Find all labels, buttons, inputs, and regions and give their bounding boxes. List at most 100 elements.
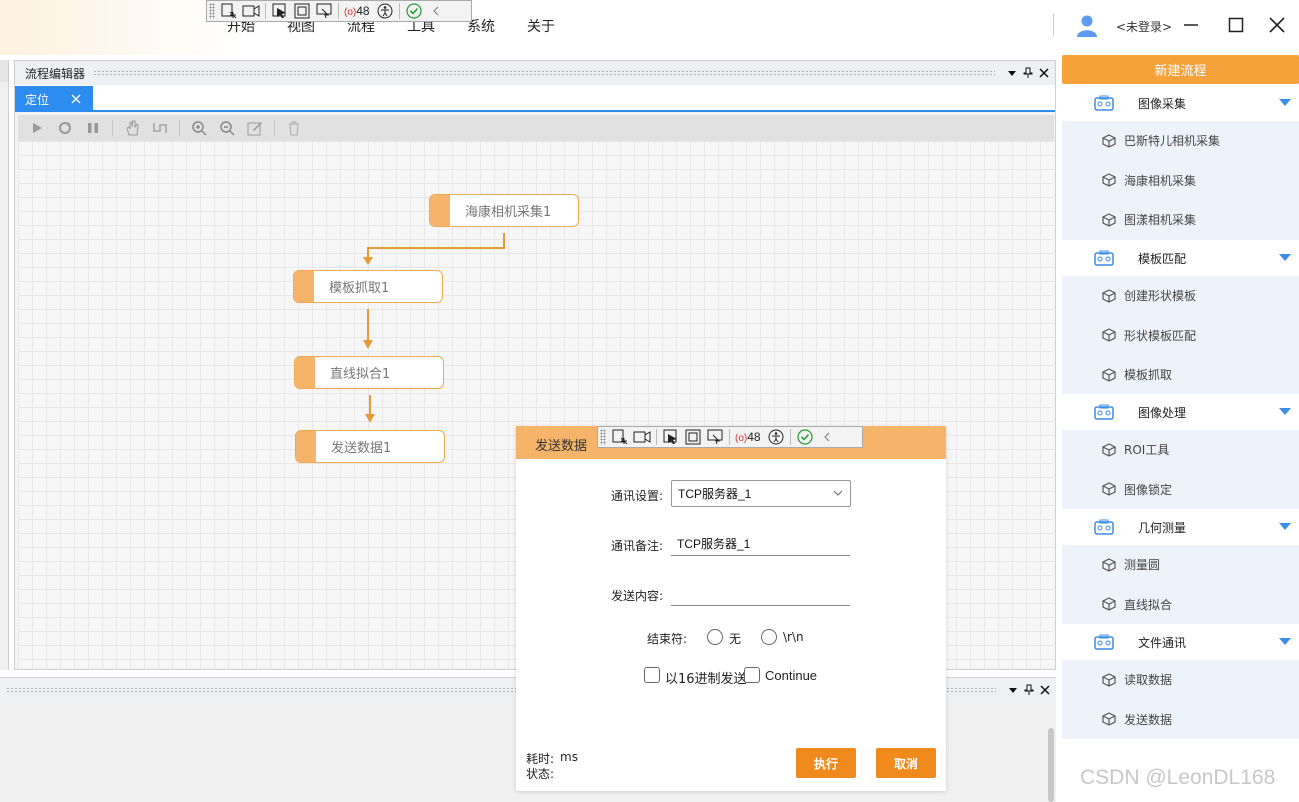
flow-node-send-data[interactable]: 发送数据1 [295,430,445,463]
minimize-icon[interactable] [1178,12,1204,38]
bottom-close-icon[interactable] [1040,685,1050,695]
user-login-label[interactable]: <未登录> [1116,18,1172,35]
tool-item[interactable]: 模板抓取 [1062,355,1299,395]
comm-note-input[interactable]: TCP服务器_1 [671,532,850,556]
accessibility-icon[interactable] [374,2,396,20]
tool-item[interactable]: 测量圆 [1062,545,1299,585]
select-element-icon[interactable] [609,428,631,446]
camera-icon[interactable] [240,2,262,20]
toolbox-panel: 新建流程 图像采集 巴斯特儿相机采集 海康相机采集 图漾相机采集 模板匹配 创建… [1062,55,1299,802]
select-element-icon[interactable] [218,2,240,20]
editor-toolbar [18,115,1054,141]
new-flow-button[interactable]: 新建流程 [1062,55,1299,84]
expand-triangle-icon[interactable] [1279,99,1291,106]
expand-triangle-icon[interactable] [1279,254,1291,261]
cube-icon [1102,597,1116,611]
pause-icon[interactable] [80,117,106,139]
execute-button[interactable]: 执行 [796,748,856,778]
terminator-none-radio[interactable] [707,629,723,645]
zoom-out-icon[interactable] [214,117,240,139]
inspect-icon[interactable] [313,2,335,20]
collapse-chevron-icon[interactable] [425,2,447,20]
continue-checkbox[interactable] [744,667,760,683]
tool-item[interactable]: 形状模板匹配 [1062,315,1299,355]
comm-setting-label: 通讯设置: [611,489,664,503]
tool-item[interactable]: 海康相机采集 [1062,160,1299,200]
hand-icon[interactable] [119,117,145,139]
expand-triangle-icon[interactable] [1279,638,1291,645]
flow-node-hik-camera[interactable]: 海康相机采集1 [429,194,579,227]
close-icon[interactable] [1264,12,1290,38]
collapse-chevron-icon[interactable] [816,428,838,446]
bottom-pin-icon[interactable] [1024,684,1034,696]
terminator-label: 结束符: [647,632,688,646]
loop-icon[interactable] [52,117,78,139]
left-dock-strip [0,60,9,670]
tool-item[interactable]: 读取数据 [1062,660,1299,700]
binding-count[interactable]: (o)48 [735,430,761,444]
pointer-select-icon[interactable] [269,2,291,20]
toolbox-category-icon [1094,519,1114,535]
continue-label: Continue [765,668,818,683]
terminator-crlf-radio[interactable] [761,629,777,645]
flow-node-template-grab[interactable]: 模板抓取1 [293,270,443,303]
toolbox-category-icon [1094,95,1114,111]
connect-line-icon[interactable] [147,117,173,139]
time-value: ms [560,750,578,764]
send-content-label: 发送内容: [611,589,664,603]
accessibility-icon[interactable] [765,428,787,446]
grip-handle-icon[interactable] [209,3,215,19]
expand-triangle-icon[interactable] [1279,408,1291,415]
terminator-crlf-label: \r\n [783,630,804,644]
edit-icon[interactable] [242,117,268,139]
grip-handle-icon[interactable] [600,429,606,445]
tab-label: 定位 [25,92,50,107]
category-file-comm[interactable]: 文件通讯 [1062,624,1299,660]
cancel-button[interactable]: 取消 [876,748,936,778]
run-icon[interactable] [24,117,50,139]
toolbox-category-icon [1094,634,1114,650]
category-template-match[interactable]: 模板匹配 [1062,240,1299,276]
tool-item[interactable]: 直线拟合 [1062,584,1299,624]
category-image-processing[interactable]: 图像处理 [1062,394,1299,430]
check-ok-icon[interactable] [403,2,425,20]
frame-icon[interactable] [682,428,704,446]
send-content-input[interactable] [671,582,850,606]
bottom-scrollbar[interactable] [1048,728,1054,802]
comm-setting-select[interactable]: TCP服务器_1 [671,480,851,507]
tool-item[interactable]: 巴斯特儿相机采集 [1062,121,1299,161]
debug-toolbar-top: (o)48 [206,0,472,22]
category-image-capture[interactable]: 图像采集 [1062,85,1299,121]
tool-item[interactable]: 发送数据 [1062,699,1299,739]
bottom-dropdown-icon[interactable] [1008,685,1018,695]
camera-icon[interactable] [631,428,653,446]
pointer-select-icon[interactable] [660,428,682,446]
zoom-in-icon[interactable] [186,117,212,139]
binding-count[interactable]: (o)48 [344,4,370,18]
pin-icon[interactable] [1023,67,1033,79]
tool-item[interactable]: 图像锁定 [1062,469,1299,509]
editor-title: 流程编辑器 [25,66,86,81]
watermark: CSDN @LeonDL168 [1080,766,1276,789]
category-geometry-measure[interactable]: 几何测量 [1062,509,1299,545]
tool-item[interactable]: 创建形状模板 [1062,276,1299,316]
debug-toolbar-dialog: (o)48 [597,426,863,448]
inspect-icon[interactable] [704,428,726,446]
dropdown-arrow-icon[interactable] [1007,68,1017,78]
tab-locate[interactable]: 定位 [15,86,93,112]
frame-icon[interactable] [291,2,313,20]
flow-node-line-fit[interactable]: 直线拟合1 [294,356,444,389]
panel-close-icon[interactable] [1039,68,1049,78]
delete-icon[interactable] [281,117,307,139]
drag-dots[interactable] [93,70,995,76]
tool-item[interactable]: ROI工具 [1062,430,1299,470]
expand-triangle-icon[interactable] [1279,523,1291,530]
tab-close-icon[interactable] [71,94,81,104]
menu-about[interactable]: 关于 [527,16,555,36]
hex-send-checkbox[interactable] [644,667,660,683]
user-avatar-icon[interactable] [1075,13,1099,37]
tool-item[interactable]: 图漾相机采集 [1062,200,1299,240]
cube-icon [1102,134,1116,148]
maximize-icon[interactable] [1223,12,1249,38]
check-ok-icon[interactable] [794,428,816,446]
